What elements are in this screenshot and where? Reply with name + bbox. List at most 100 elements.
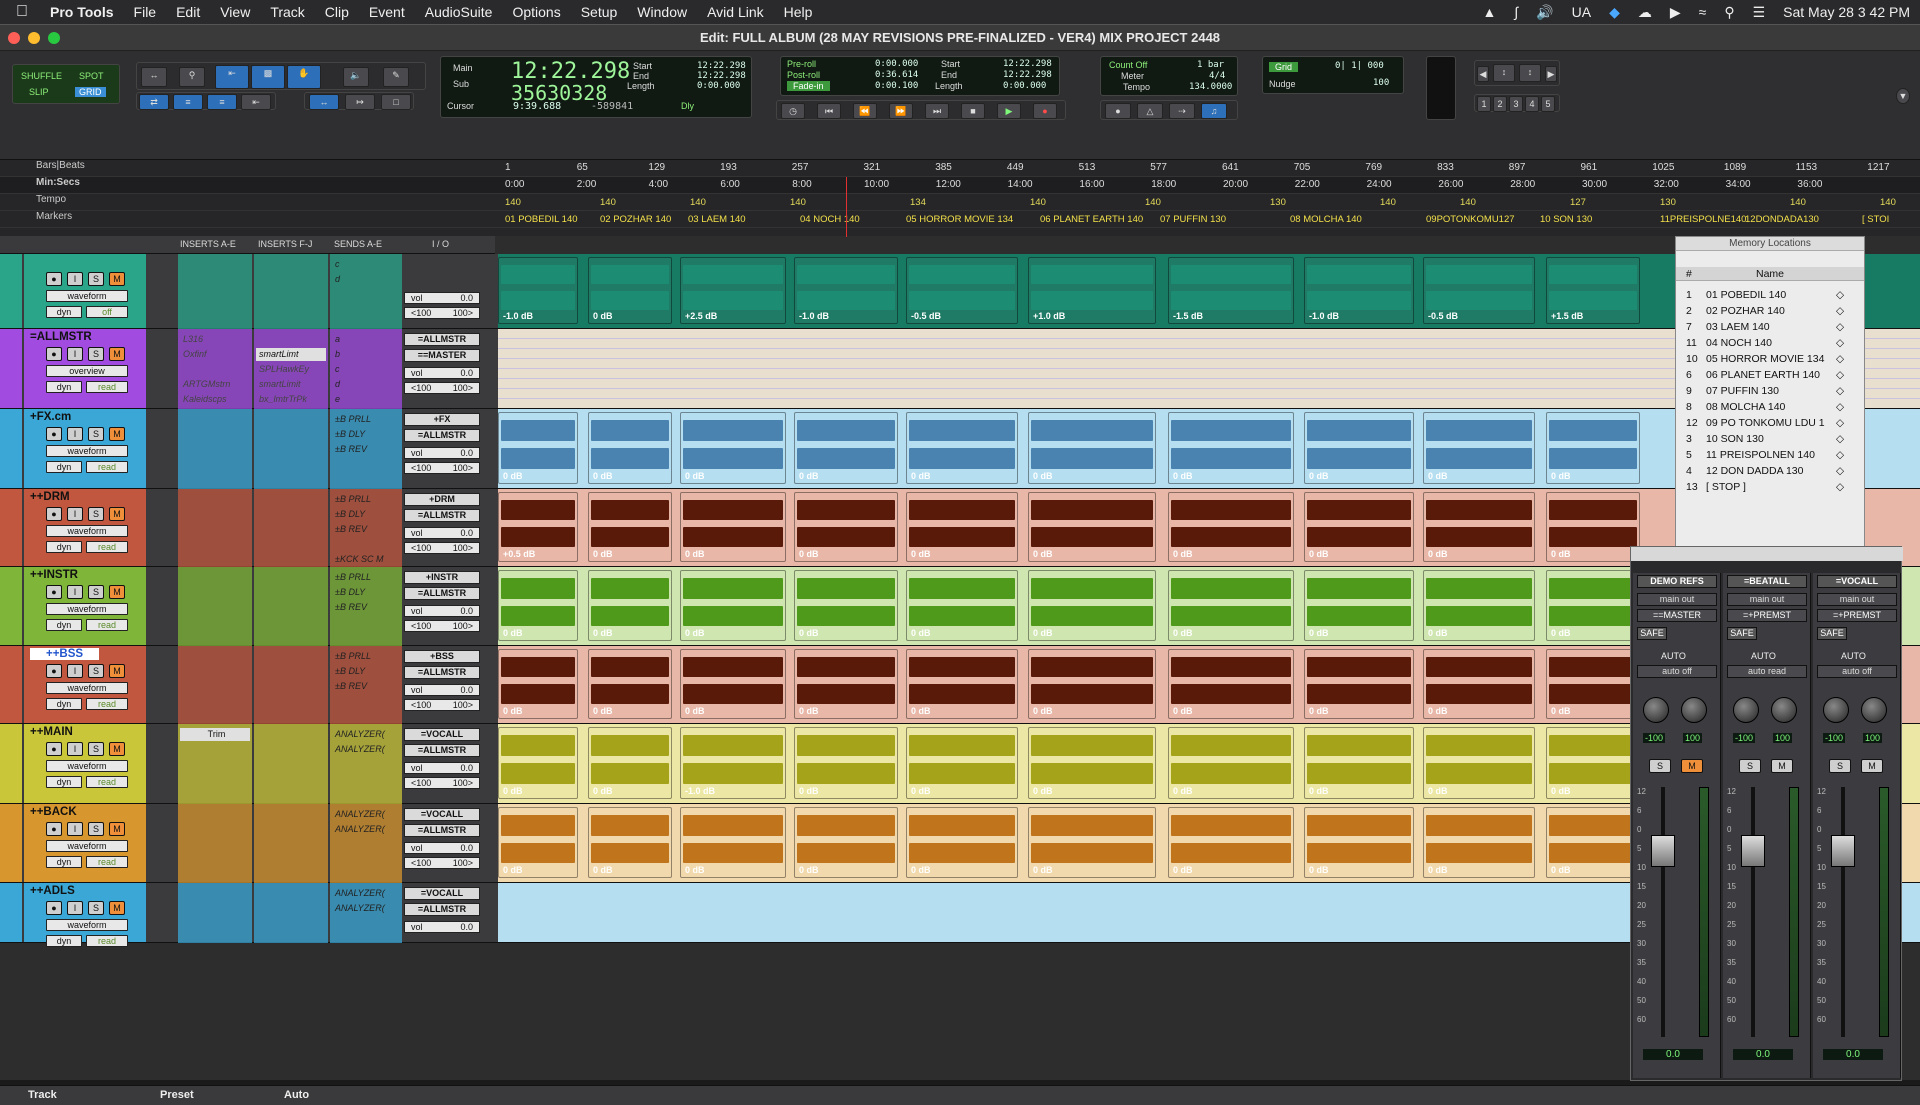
track-name[interactable]: ++MAIN [30, 726, 73, 738]
audio-clip[interactable]: 0 dB [588, 257, 672, 324]
control-center-icon[interactable]: ☰ [1753, 4, 1766, 21]
io-header[interactable]: I / O [432, 239, 449, 249]
preroll-length-value[interactable]: 0:00.000 [1003, 81, 1046, 91]
output-selector[interactable]: =ALLMSTR [404, 509, 480, 522]
audio-clip[interactable]: 0 dB [680, 412, 786, 484]
memory-location-row[interactable]: 9 07 PUFFIN 130 ◇ [1676, 383, 1864, 399]
clip-gain[interactable]: -1.0 dB [1309, 311, 1339, 321]
audio-clip[interactable]: 0 dB [498, 412, 578, 484]
zoom-out-icon[interactable]: ◀ [1477, 66, 1489, 82]
tempo-marker[interactable]: 140 [1790, 194, 1806, 211]
memory-location-row[interactable]: 2 02 POZHAR 140 ◇ [1676, 303, 1864, 319]
clip-gain[interactable]: 0 dB [911, 471, 931, 481]
preroll-start-value[interactable]: 12:22.298 [1003, 59, 1052, 69]
clip-gain[interactable]: 0 dB [799, 706, 819, 716]
clip-gain[interactable]: 0 dB [1033, 865, 1053, 875]
memory-location-row[interactable]: 3 10 SON 130 ◇ [1676, 431, 1864, 447]
marker[interactable]: [ STOI [1862, 211, 1889, 228]
clip-gain[interactable]: 0 dB [1033, 628, 1053, 638]
output-selector[interactable]: ==MASTER [404, 349, 480, 362]
automation-mode-selector[interactable]: auto off [1637, 665, 1717, 678]
record-enable-button[interactable]: ● [46, 347, 62, 361]
audio-clip[interactable]: 0 dB [588, 727, 672, 799]
rewind-icon[interactable]: ⏪ [853, 103, 877, 119]
track-view-selector[interactable]: waveform [46, 682, 128, 694]
audio-clip[interactable]: 0 dB [680, 570, 786, 641]
bottom-track-label[interactable]: Track [28, 1089, 57, 1101]
tempo-marker[interactable]: 140 [1880, 194, 1896, 211]
audio-clip[interactable]: 0 dB [498, 570, 578, 641]
audio-clip[interactable]: 0 dB [906, 807, 1018, 878]
volume-fader[interactable] [1651, 835, 1675, 867]
online-icon[interactable]: ◷ [781, 103, 805, 119]
solo-button[interactable]: S [1739, 759, 1761, 773]
output-selector[interactable]: =ALLMSTR [404, 587, 480, 600]
strip-output[interactable]: ==MASTER [1637, 609, 1717, 622]
menu-options[interactable]: Options [502, 4, 570, 20]
clip-gain[interactable]: 0 dB [593, 706, 613, 716]
audio-clip[interactable]: 0 dB [680, 492, 786, 562]
safe-button[interactable]: SAFE [1817, 627, 1847, 640]
input-selector[interactable]: =VOCALL [404, 728, 480, 741]
insert-slot[interactable]: Trim [180, 728, 250, 741]
send-slot[interactable]: ANALYZER( [332, 808, 402, 821]
audio-clip[interactable]: 0 dB [1304, 807, 1414, 878]
solo-button[interactable]: S [88, 507, 104, 521]
mute-button[interactable]: M [109, 742, 125, 756]
solo-button[interactable]: S [88, 585, 104, 599]
record-enable-button[interactable]: ● [46, 507, 62, 521]
clip-gain[interactable]: 0 dB [1033, 706, 1053, 716]
send-slot[interactable]: e [332, 393, 402, 406]
clip-gain[interactable]: 0 dB [1309, 706, 1329, 716]
clip-gain[interactable]: 0 dB [685, 549, 705, 559]
dyn-selector[interactable]: dyn [46, 306, 82, 318]
send-slot[interactable]: ±B PRLL [332, 571, 402, 584]
person-icon[interactable]: ▲ [1482, 4, 1496, 20]
solo-button[interactable]: S [88, 272, 104, 286]
clip-gain[interactable]: 0 dB [911, 628, 931, 638]
automation-mode-selector[interactable]: read [86, 856, 128, 868]
track-color-strip[interactable] [0, 724, 22, 803]
zoomer-icon[interactable]: ↔ [141, 67, 167, 87]
memory-location-row[interactable]: 4 12 DON DADDA 130 ◇ [1676, 463, 1864, 479]
clip-gain[interactable]: 0 dB [593, 471, 613, 481]
clip-gain[interactable]: 0 dB [1428, 628, 1448, 638]
bluetooth-icon[interactable]: ∫ [1514, 4, 1518, 20]
automation-mode-selector[interactable]: auto off [1817, 665, 1897, 678]
zoom-preset-4[interactable]: 4 [1525, 96, 1539, 112]
volume-fader[interactable] [1831, 835, 1855, 867]
clip-gain[interactable]: 0 dB [911, 865, 931, 875]
safe-button[interactable]: SAFE [1637, 627, 1667, 640]
track-name[interactable]: ++BACK [30, 806, 77, 818]
solo-button[interactable]: S [88, 901, 104, 915]
track-color-strip[interactable] [0, 409, 22, 488]
tempo-marker[interactable]: 127 [1570, 194, 1586, 211]
link-timeline-icon[interactable]: ⇄ [139, 94, 169, 110]
clip-gain[interactable]: 0 dB [1428, 549, 1448, 559]
menu-track[interactable]: Track [260, 4, 314, 20]
send-slot[interactable]: ±B DLY [332, 665, 402, 678]
zoom-toggle-icon[interactable]: ↔ [309, 94, 339, 110]
zoom-preset-5[interactable]: 5 [1541, 96, 1555, 112]
output-selector[interactable]: =ALLMSTR [404, 666, 480, 679]
audio-zoom-icon[interactable]: ↕ [1493, 64, 1515, 82]
input-selector[interactable]: +INSTR [404, 571, 480, 584]
clip-gain[interactable]: 0 dB [1033, 549, 1053, 559]
pan-knob-left[interactable] [1643, 697, 1669, 723]
countoff-label[interactable]: Count Off [1109, 60, 1147, 70]
end-value[interactable]: 12:22.298 [697, 71, 746, 81]
ruler-minsecs[interactable]: Min:Secs 0:00 2:00 4:00 6:00 8:00 10:00 12:00 1… [0, 177, 1920, 194]
insert-slot[interactable]: smartLimt [256, 348, 326, 361]
audio-clip[interactable]: 0 dB [498, 807, 578, 878]
clip-gain[interactable]: 0 dB [911, 549, 931, 559]
stop-icon[interactable]: ■ [961, 103, 985, 119]
automation-mode-selector[interactable]: read [86, 381, 128, 393]
record-enable-button[interactable]: ● [46, 822, 62, 836]
marker[interactable]: 01 POBEDIL 140 [505, 211, 578, 228]
record-enable-button[interactable]: ● [46, 664, 62, 678]
clip-gain[interactable]: -0.5 dB [911, 311, 941, 321]
clip-gain[interactable]: 0 dB [1309, 549, 1329, 559]
clip-gain[interactable]: 0 dB [1428, 706, 1448, 716]
audio-clip[interactable]: 0 dB [680, 649, 786, 719]
audio-clip[interactable]: 0 dB [588, 807, 672, 878]
